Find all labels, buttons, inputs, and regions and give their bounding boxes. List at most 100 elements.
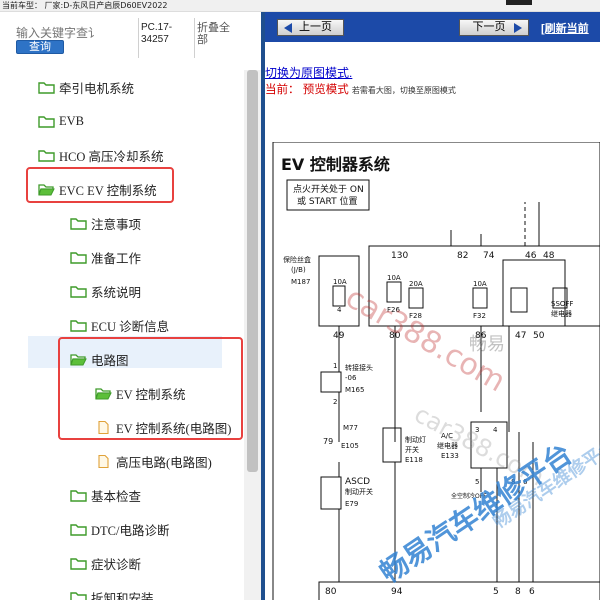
pin-label: 2 <box>333 398 337 406</box>
tree-item[interactable]: 拆卸和安装 <box>70 586 154 600</box>
switch-original-mode-link[interactable]: 切换为原图模式. <box>265 64 352 81</box>
node-label: 49 <box>333 331 345 341</box>
fuse-box-left <box>318 255 360 327</box>
note-label: 全空制冷OFF <box>451 492 487 500</box>
folder-icon <box>70 319 87 332</box>
tree-item-label: ECU 诊断信息 <box>91 319 170 334</box>
tree-item[interactable]: 准备工作 <box>70 246 141 268</box>
tree-item-label: 准备工作 <box>91 251 142 266</box>
ascd-switch <box>320 476 342 510</box>
ascd-label: 制动开关 <box>345 487 373 496</box>
ac-label: 继电器 <box>437 441 458 450</box>
ascd-label: ASCD <box>345 477 370 487</box>
conn-label: E105 <box>341 442 359 450</box>
tree-item[interactable]: 电路图 <box>70 348 129 370</box>
left-scrollbar[interactable] <box>244 70 261 600</box>
left-panel: 查询 PC.17-34257 折叠全部 牵引电机系统 EVB HCO 高压冷却系统 E… <box>0 12 261 600</box>
pin-label: 80 <box>325 587 337 597</box>
fuse-no: F32 <box>473 312 486 320</box>
tree-item-label: EVC EV 控制系统 <box>59 183 157 198</box>
folder-open-icon <box>38 183 55 196</box>
fuse-amp: 10A <box>333 278 347 286</box>
folder-icon <box>38 149 55 162</box>
top-bar: 当前车型： 厂家:D-东风日产启辰D60EV2022 <box>0 0 600 12</box>
folder-icon <box>70 523 87 536</box>
conn-label: M77 <box>343 424 358 432</box>
folder-icon <box>70 591 87 600</box>
tree-item[interactable]: 症状诊断 <box>70 552 141 574</box>
refresh-link[interactable]: [刷新当前 <box>541 20 589 36</box>
pin-label: 4 <box>493 426 498 434</box>
node-label: 130 <box>391 251 408 261</box>
fuse-box-label: 保险丝盒 <box>283 255 311 264</box>
collapse-all-button[interactable]: 折叠全部 <box>197 22 237 46</box>
pin-label: 94 <box>391 587 403 597</box>
page-icon <box>95 454 112 468</box>
tree-item[interactable]: 高压电路(电路图) <box>95 450 212 472</box>
ac-conn: E133 <box>441 452 459 460</box>
tree-item-label: EVB <box>59 113 84 128</box>
tree-item-label: 注意事项 <box>91 217 142 232</box>
current-mode-line: 当前： 预览模式 若需看大图，切换至原图模式 <box>265 81 456 97</box>
fuse-no: 4 <box>337 306 342 314</box>
ac-label: A/C <box>441 432 453 440</box>
pin-label: 6 <box>523 478 528 486</box>
ignition-text-2: 或 START 位置 <box>297 195 358 207</box>
tree-item-label: HCO 高压冷却系统 <box>59 149 164 164</box>
search-area: 查询 PC.17-34257 折叠全部 <box>0 12 261 62</box>
folder-open-icon <box>70 353 87 366</box>
fuse-no: F26 <box>387 306 400 314</box>
tree-item[interactable]: 基本检查 <box>70 484 141 506</box>
tree-item[interactable]: 注意事项 <box>70 212 141 234</box>
tree-item-label: 症状诊断 <box>91 557 142 572</box>
pin-label: 6 <box>529 587 535 597</box>
node-label: 74 <box>483 251 495 261</box>
top-button-fragment[interactable] <box>506 0 532 5</box>
folder-icon <box>70 217 87 230</box>
tree-item[interactable]: 牵引电机系统 <box>38 76 134 98</box>
folder-open-icon <box>95 387 112 400</box>
tree-item[interactable]: ECU 诊断信息 <box>70 314 169 336</box>
tree-item-label: DTC/电路诊断 <box>91 523 170 538</box>
brake-switch <box>382 427 402 463</box>
category-tree: 牵引电机系统 EVB HCO 高压冷却系统 EVC EV 控制系统注意事项准备工作系统… <box>0 70 244 600</box>
fuse-box-label: (J/B) <box>291 266 306 274</box>
tree-item-label: EV 控制系统(电路图) <box>116 421 232 436</box>
search-button[interactable]: 查询 <box>16 40 64 54</box>
tree-item[interactable]: DTC/电路诊断 <box>70 518 169 540</box>
circuit-diagram: EV 控制器系统 点火开关处于 ON 或 START 位置 保险丝盒 (J/B)… <box>271 141 600 600</box>
tree-item[interactable]: EV 控制系统 <box>95 382 186 404</box>
current-mode: 预览模式 <box>302 84 349 96</box>
diagram-frame <box>272 141 600 600</box>
tree-item[interactable]: EVC EV 控制系统 <box>38 178 157 200</box>
tree-item-label: EV 控制系统 <box>116 387 186 402</box>
tree-item[interactable]: EV 控制系统(电路图) <box>95 416 231 438</box>
page-nav-bar: 上一页 下一页 [刷新当前 <box>265 12 600 42</box>
tree-item[interactable]: HCO 高压冷却系统 <box>38 144 164 166</box>
tree-item[interactable]: EVB <box>38 110 84 132</box>
pin-label: 8 <box>511 478 515 486</box>
folder-icon <box>38 115 55 128</box>
folder-icon <box>70 489 87 502</box>
next-page-label: 下一页 <box>472 21 506 33</box>
pin-label: 1 <box>333 362 337 370</box>
diagram-title: EV 控制器系统 <box>281 155 390 174</box>
current-model-text: 当前车型： 厂家:D-东风日产启辰D60EV2022 <box>2 1 168 10</box>
folder-icon <box>70 557 87 570</box>
node-label: 79 <box>323 437 333 446</box>
ecu-box <box>318 581 600 600</box>
next-page-button[interactable]: 下一页 <box>459 19 529 36</box>
tree-item-label: 牵引电机系统 <box>59 81 135 96</box>
node-label: 46 <box>525 251 537 261</box>
tree-item-label: 基本检查 <box>91 489 142 504</box>
tree-item[interactable]: 系统说明 <box>70 280 141 302</box>
pin-label: 5 <box>493 587 499 597</box>
tree-item-label: 电路图 <box>91 353 129 368</box>
divider <box>138 18 139 58</box>
app-window: 当前车型： 厂家:D-东风日产启辰D60EV2022 查询 PC.17-3425… <box>0 0 600 600</box>
brake-label: 制动灯 <box>405 435 426 444</box>
relay-label: SSOFF <box>551 300 573 308</box>
right-panel: 上一页 下一页 [刷新当前 切换为原图模式. 当前： 预览模式 若需看大图，切换… <box>261 12 600 600</box>
prev-page-button[interactable]: 上一页 <box>277 19 344 36</box>
scrollbar-thumb[interactable] <box>247 70 258 472</box>
